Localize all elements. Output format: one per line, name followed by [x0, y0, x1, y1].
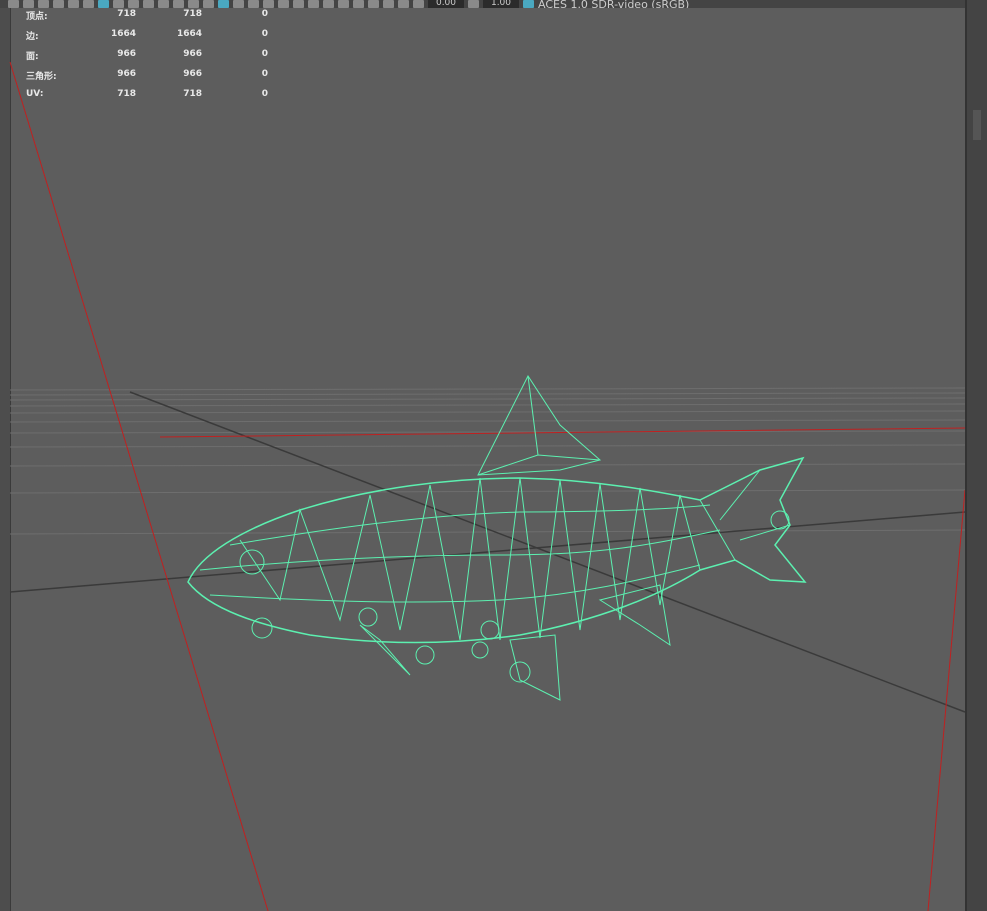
- resolution-gate-icon[interactable]: [128, 0, 139, 8]
- wireframe-icon[interactable]: [203, 0, 214, 8]
- gate-mask-icon[interactable]: [143, 0, 154, 8]
- safe-action-icon[interactable]: [173, 0, 184, 8]
- right-side-panel: [965, 0, 987, 911]
- isolate-select-icon[interactable]: [353, 0, 364, 8]
- camera-frustum-lines: [9, 61, 966, 911]
- image-plane-icon[interactable]: [53, 0, 64, 8]
- lights-icon[interactable]: [278, 0, 289, 8]
- field-chart-icon[interactable]: [158, 0, 169, 8]
- hud-row-triangles: 三角形: 966 966 0: [26, 69, 268, 82]
- hud-row-edges: 边: 1664 1664 0: [26, 29, 268, 42]
- grid-axes: [9, 391, 966, 713]
- default-material-icon[interactable]: [233, 0, 244, 8]
- zoom-icon[interactable]: [68, 0, 79, 8]
- shadows-icon[interactable]: [293, 0, 304, 8]
- color-management-icon[interactable]: [523, 0, 534, 8]
- hud-row-faces: 面: 966 966 0: [26, 49, 268, 62]
- bookmark-icon[interactable]: [38, 0, 49, 8]
- smooth-shade-icon[interactable]: [218, 0, 229, 8]
- lock-camera-icon[interactable]: [23, 0, 34, 8]
- gamma-field[interactable]: 1.00: [483, 0, 519, 8]
- film-gate-icon[interactable]: [113, 0, 124, 8]
- fish-wireframe: [187, 375, 807, 701]
- hud-row-vertices: 顶点: 718 718 0: [26, 9, 268, 22]
- xray-joints-icon[interactable]: [383, 0, 394, 8]
- panel-scrollbar[interactable]: [973, 110, 981, 140]
- color-space-label[interactable]: ACES 1.0 SDR-video (sRGB): [538, 0, 689, 8]
- exposure-field[interactable]: 0.00: [428, 0, 464, 8]
- xray-components-icon[interactable]: [398, 0, 409, 8]
- viewport-scene[interactable]: [0, 0, 987, 911]
- anti-aliasing-icon[interactable]: [338, 0, 349, 8]
- poly-count-hud: 顶点: 718 718 0 边: 1664 1664 0 面: 966 966 0 三角形: 966…: [26, 9, 268, 109]
- safe-title-icon[interactable]: [188, 0, 199, 8]
- camera-icon[interactable]: [8, 0, 19, 8]
- ground-grid: [9, 387, 966, 535]
- xray-icon[interactable]: [368, 0, 379, 8]
- grid-icon[interactable]: [98, 0, 109, 8]
- exposure-icon[interactable]: [413, 0, 424, 8]
- gamma-icon[interactable]: [468, 0, 479, 8]
- hud-row-uvs: UV: 718 718 0: [26, 89, 268, 99]
- ambient-occlusion-icon[interactable]: [308, 0, 319, 8]
- wireframe-on-shaded-icon[interactable]: [248, 0, 259, 8]
- textured-icon[interactable]: [263, 0, 274, 8]
- viewport-toolbar: 0.00 1.00 ACES 1.0 SDR-video (sRGB): [0, 0, 965, 8]
- motion-blur-icon[interactable]: [323, 0, 334, 8]
- pan-icon[interactable]: [83, 0, 94, 8]
